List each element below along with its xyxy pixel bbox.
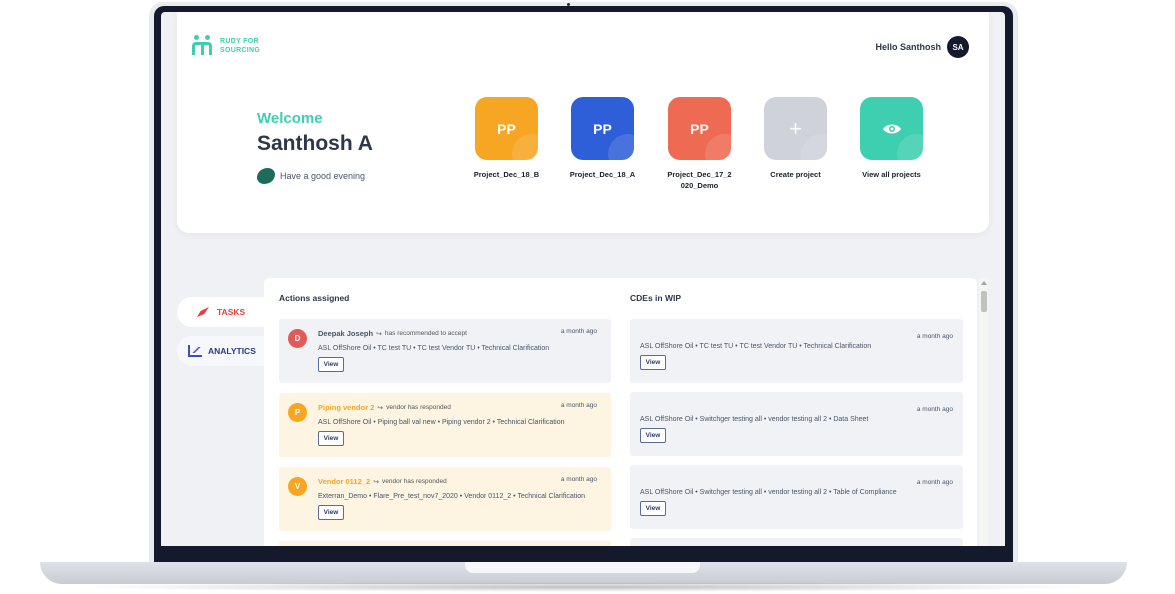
sender-name[interactable]: Vendor 0112_2 — [318, 477, 370, 486]
view-button[interactable]: View — [318, 505, 344, 520]
rocket-icon — [197, 307, 209, 317]
card-header: Deepak Joseph ↪ has recommended to accep… — [318, 329, 467, 338]
card-header: Piping vendor 2 ↪ vendor has responded — [318, 403, 451, 412]
breadcrumb: ASL OffShore Oil • Switchger testing all… — [640, 489, 897, 496]
brand-name: RUDY FOR SOURCING — [220, 37, 260, 55]
sender-name[interactable]: Deepak Joseph — [318, 329, 373, 338]
view-all-projects-button[interactable] — [860, 97, 923, 160]
brand-logo[interactable]: RUDY FOR SOURCING — [192, 34, 260, 58]
view-all-projects-label: View all projects — [862, 170, 921, 179]
user-menu[interactable]: Hello Santhosh SA — [875, 36, 969, 58]
nav-analytics-label: ANALYTICS — [208, 346, 256, 356]
project-tile[interactable]: PP — [475, 97, 538, 160]
eye-icon — [882, 124, 901, 133]
cde-card[interactable]: a month ago ASL OffShore Oil • Switchger… — [630, 465, 963, 529]
scrollbar-thumb[interactable] — [981, 291, 987, 312]
greeting-text: Have a good evening — [280, 171, 366, 181]
avatar[interactable]: SA — [947, 36, 969, 58]
cde-card-partial[interactable] — [630, 538, 963, 546]
app-screen: RUDY FOR SOURCING Hello Santhosh SA Welc… — [161, 12, 1005, 546]
logo-icon — [192, 34, 214, 58]
breadcrumb: ASL OffShore Oil • TC test TU • TC test … — [640, 343, 872, 350]
project-name: Project_Dec_18_A — [569, 170, 636, 179]
brand-line-2: SOURCING — [220, 47, 261, 54]
cde-card[interactable]: a month ago ASL OffShore Oil • Switchger… — [630, 392, 963, 456]
action-text: vendor has responded — [386, 404, 451, 411]
avatar: P — [288, 403, 307, 422]
view-button[interactable]: View — [640, 501, 666, 516]
project-name: Project_Dec_18_B — [473, 170, 540, 179]
cde-card[interactable]: a month ago ASL OffShore Oil • TC test T… — [630, 319, 963, 383]
laptop-notch — [465, 562, 700, 573]
scroll-up-arrow-icon[interactable] — [981, 281, 987, 285]
reply-arrow-icon: ↪ — [377, 404, 384, 412]
timestamp: a month ago — [916, 479, 953, 486]
action-card[interactable]: V Vendor 0112_2 ↪ vendor has responded a… — [279, 467, 611, 531]
avatar: V — [288, 477, 307, 496]
view-button[interactable]: View — [640, 355, 666, 370]
view-button[interactable]: View — [318, 357, 344, 372]
brand-line-1: RUDY FOR — [220, 38, 259, 45]
chart-icon — [188, 345, 202, 357]
avatar: D — [288, 329, 307, 348]
create-project-button[interactable]: + — [764, 97, 827, 160]
view-all-projects-card[interactable]: View all projects — [854, 97, 929, 180]
action-card[interactable]: P Piping vendor 2 ↪ vendor has responded… — [279, 393, 611, 457]
plus-icon: + — [789, 115, 802, 141]
timestamp: a month ago — [560, 402, 597, 409]
actions-title: Actions assigned — [279, 293, 350, 303]
timestamp: a month ago — [560, 328, 597, 335]
leaf-icon — [257, 168, 275, 184]
timestamp: a month ago — [916, 333, 953, 340]
project-tile[interactable]: PP — [571, 97, 634, 160]
card-header: Vendor 0112_2 ↪ vendor has responded — [318, 477, 447, 486]
breadcrumb: ASL OffShore Oil • Piping ball val new •… — [318, 419, 565, 426]
view-button[interactable]: View — [640, 428, 666, 443]
project-card[interactable]: PP Project_Dec_17_2 020_Demo — [662, 97, 737, 191]
action-text: has recommended to accept — [384, 330, 467, 337]
action-card[interactable]: D Deepak Joseph ↪ has recommended to acc… — [279, 319, 611, 383]
timestamp: a month ago — [916, 406, 953, 413]
reply-arrow-icon: ↪ — [376, 330, 382, 338]
breadcrumb: ASL OffShore Oil • TC test TU • TC test … — [318, 345, 550, 352]
tasks-panel: Actions assigned CDEs in WIP D Deepak Jo… — [264, 278, 977, 546]
welcome-card: RUDY FOR SOURCING Hello Santhosh SA Welc… — [177, 12, 989, 233]
breadcrumb: Exterran_Demo • Flare_Pre_test_nov7_2020… — [318, 493, 586, 500]
scrollbar-track[interactable] — [979, 278, 988, 546]
timestamp: a month ago — [560, 476, 597, 483]
camera-dot — [567, 3, 570, 6]
breadcrumb: ASL OffShore Oil • Switchger testing all… — [640, 416, 869, 423]
user-full-name: Santhosh A — [257, 132, 373, 155]
action-card-partial[interactable] — [279, 541, 611, 546]
project-card[interactable]: PP Project_Dec_18_A — [565, 97, 640, 180]
laptop-shadow — [70, 582, 1100, 592]
view-button[interactable]: View — [318, 431, 344, 446]
reply-arrow-icon: ↪ — [373, 478, 379, 486]
create-project-label: Create project — [770, 170, 821, 179]
project-card[interactable]: PP Project_Dec_18_B — [469, 97, 544, 180]
welcome-heading: Welcome — [257, 110, 323, 127]
cdes-title: CDEs in WIP — [630, 293, 682, 303]
create-project-card[interactable]: + Create project — [758, 97, 833, 180]
user-greeting: Hello Santhosh — [875, 42, 941, 52]
sender-name[interactable]: Piping vendor 2 — [318, 403, 374, 412]
greeting-message: Have a good evening — [257, 168, 365, 184]
action-text: vendor has responded — [382, 478, 447, 485]
project-name: Project_Dec_17_2 020_Demo — [667, 170, 732, 190]
nav-tasks-label: TASKS — [217, 307, 246, 317]
project-tile[interactable]: PP — [668, 97, 731, 160]
